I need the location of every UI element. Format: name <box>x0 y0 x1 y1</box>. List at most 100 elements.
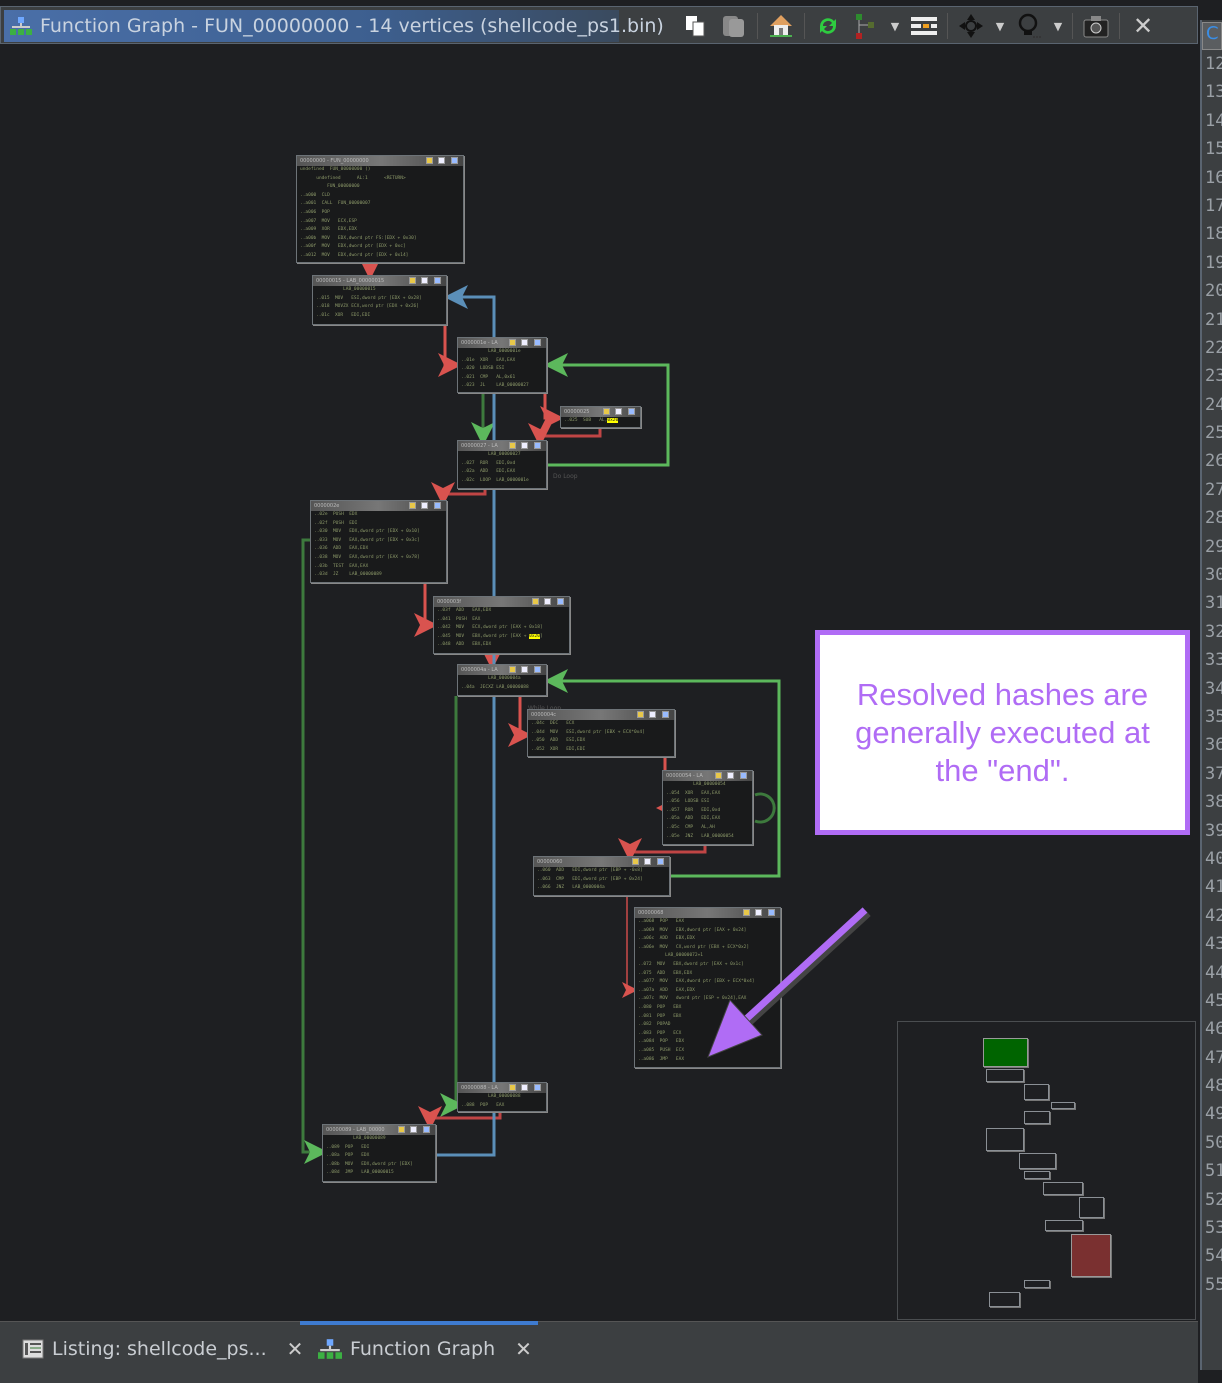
tab-listing[interactable]: Listing: shellcode_ps... ✕ <box>22 1335 303 1363</box>
instruction-line[interactable]: ..04a JECXZ LAB_00000088 <box>458 684 546 693</box>
full-view-icon[interactable] <box>644 858 651 865</box>
code-block[interactable]: 00000089 - LAB_00000 LAB_00000089 ..089 P… <box>322 1124 436 1182</box>
tab-function-graph[interactable]: Function Graph ✕ <box>318 1335 532 1363</box>
instruction-line[interactable]: ..045 MOV EBX,dword ptr [EAX + 0x20] <box>434 633 569 642</box>
code-block-header[interactable]: 0000004a - LA <box>458 665 546 675</box>
instruction-line[interactable]: ..03f ADD EAX,EDX <box>434 607 569 616</box>
code-block[interactable]: 00000000 - FUN_00000000 undefined FUN_000… <box>296 155 464 263</box>
edit-icon[interactable] <box>509 666 516 673</box>
instruction-line[interactable]: LAB_00000054 <box>663 781 752 790</box>
popout-icon[interactable] <box>451 157 458 164</box>
instruction-line[interactable]: ..054 XOR EAX,EAX <box>663 790 752 799</box>
popout-icon[interactable] <box>740 772 747 779</box>
instruction-line[interactable]: ..02e PUSH EDX <box>311 511 446 520</box>
popout-icon[interactable] <box>657 858 664 865</box>
code-block[interactable]: 00000027 - LA LAB_00000027 ..027 ROR EDI,… <box>457 440 547 489</box>
instruction-line[interactable]: ..02c LOOP LAB_0000001e <box>458 477 546 486</box>
instruction-line[interactable]: ..050 ADD ESI,EDX <box>528 737 674 746</box>
overview-block[interactable] <box>1045 1220 1083 1231</box>
full-view-icon[interactable] <box>438 157 445 164</box>
edit-icon[interactable] <box>715 772 722 779</box>
overview-block[interactable] <box>1051 1102 1075 1109</box>
edit-icon[interactable] <box>398 1126 405 1133</box>
edit-icon[interactable] <box>409 502 416 509</box>
overview-block[interactable] <box>1024 1171 1050 1179</box>
instruction-line[interactable]: ..063 CMP EDI,dword ptr [EBP + 0x24] <box>534 876 669 885</box>
instruction-line[interactable]: ..01e XOR EAX,EAX <box>458 357 546 366</box>
code-block-header[interactable]: 00000015 - LAB_00000015 <box>313 276 446 286</box>
instruction-line[interactable]: ..056 LODSB ESI <box>663 798 752 807</box>
instruction-line[interactable]: ..089 POP EDI <box>323 1144 435 1153</box>
instruction-line[interactable]: ..04d MOV ESI,dword ptr [EBX + ECX*0x4] <box>528 729 674 738</box>
instruction-line[interactable]: ..a006 POP <box>297 209 463 218</box>
overview-block[interactable] <box>1043 1182 1083 1195</box>
instruction-line[interactable]: ..a00b MOV EDX,dword ptr FS:[EDX + 0x30] <box>297 235 463 244</box>
instruction-line[interactable]: ..08a POP EDX <box>323 1152 435 1161</box>
popout-icon[interactable] <box>628 408 635 415</box>
edit-icon[interactable] <box>637 711 644 718</box>
overview-block[interactable] <box>989 1292 1020 1307</box>
instruction-line[interactable]: ..023 JL LAB_00000027 <box>458 382 546 391</box>
instruction-line[interactable]: ..057 ROR EDI,0xd <box>663 807 752 816</box>
instruction-line[interactable]: ..05c CMP AL,AH <box>663 824 752 833</box>
instruction-line[interactable]: ..018 MOVZX ECX,word ptr [EDX + 0x26] <box>313 303 446 312</box>
full-view-icon[interactable] <box>521 339 528 346</box>
popout-icon[interactable] <box>534 442 541 449</box>
full-view-icon[interactable] <box>727 772 734 779</box>
edit-icon[interactable] <box>509 1084 516 1091</box>
instruction-line[interactable]: ..a001 CALL FUN_00000007 <box>297 200 463 209</box>
full-view-icon[interactable] <box>544 598 551 605</box>
edit-icon[interactable] <box>509 442 516 449</box>
instruction-line[interactable]: ..05a ADD EDI,EAX <box>663 815 752 824</box>
edit-icon[interactable] <box>509 339 516 346</box>
edit-icon[interactable] <box>603 408 610 415</box>
overview-block[interactable] <box>986 1069 1024 1082</box>
instruction-line[interactable]: ..021 CMP AL,0x61 <box>458 374 546 383</box>
overview-block[interactable] <box>1024 1280 1050 1288</box>
popout-icon[interactable] <box>662 711 669 718</box>
code-block-header[interactable]: 0000003f <box>434 597 569 607</box>
popout-icon[interactable] <box>534 1084 541 1091</box>
instruction-line[interactable]: ..03b TEST EAX,EAX <box>311 563 446 572</box>
instruction-line[interactable]: ..041 PUSH EAX <box>434 616 569 625</box>
code-block[interactable]: 00000025 ..025 SUB AL,0x20 <box>560 406 641 428</box>
full-view-icon[interactable] <box>615 408 622 415</box>
code-block[interactable]: 0000003f ..03f ADD EAX,EDX ..041 PUSH EAX.… <box>433 596 570 654</box>
full-view-icon[interactable] <box>421 277 428 284</box>
instruction-line[interactable]: ..a007 MOV ECX,ESP <box>297 218 463 227</box>
overview-block[interactable] <box>1024 1084 1049 1100</box>
full-view-icon[interactable] <box>521 1084 528 1091</box>
instruction-line[interactable]: LAB_00000089 <box>323 1135 435 1144</box>
instruction-line[interactable]: ..025 SUB AL,0x20 <box>561 417 640 426</box>
code-block-header[interactable]: 0000004c <box>528 710 674 720</box>
overview-block[interactable] <box>1019 1153 1056 1169</box>
full-view-icon[interactable] <box>410 1126 417 1133</box>
code-block-header[interactable]: 0000001e - LA <box>458 338 546 348</box>
instruction-line[interactable]: ..038 MOV EAX,dword ptr [EAX + 0x78] <box>311 554 446 563</box>
instruction-line[interactable]: ..042 MOV ECX,dword ptr [EAX + 0x18] <box>434 624 569 633</box>
code-block-header[interactable]: 00000025 <box>561 407 640 417</box>
edit-icon[interactable] <box>532 598 539 605</box>
close-icon[interactable]: ✕ <box>515 1337 532 1361</box>
instruction-line[interactable]: ..04c DEC ECX <box>528 720 674 729</box>
instruction-line[interactable]: ..020 LODSB ESI <box>458 365 546 374</box>
popout-icon[interactable] <box>534 339 541 346</box>
full-view-icon[interactable] <box>521 442 528 449</box>
instruction-line[interactable]: ..a000 CLD <box>297 192 463 201</box>
code-block[interactable]: 00000088 - LA LAB_00000088 ..088 POP EAX <box>457 1082 547 1112</box>
code-block-header[interactable]: 00000054 - LA <box>663 771 752 781</box>
instruction-line[interactable]: ..08b MOV EDX,dword ptr [EDX] <box>323 1161 435 1170</box>
instruction-line[interactable]: ..060 ADD EDI,dword ptr [EBP + -0x8] <box>534 867 669 876</box>
instruction-line[interactable]: ..05e JNZ LAB_00000054 <box>663 833 752 842</box>
full-view-icon[interactable] <box>521 666 528 673</box>
instruction-line[interactable]: ..052 XOR EDI,EDI <box>528 746 674 755</box>
listing-panel-button[interactable]: C <box>1202 22 1222 50</box>
full-view-icon[interactable] <box>421 502 428 509</box>
instruction-line[interactable]: ..01c XOR EDI,EDI <box>313 312 446 321</box>
code-block[interactable]: 00000054 - LA LAB_00000054 ..054 XOR EAX,… <box>662 770 753 845</box>
full-view-icon[interactable] <box>649 711 656 718</box>
instruction-line[interactable]: LAB_0000004a <box>458 675 546 684</box>
instruction-line[interactable]: ..02f PUSH EDI <box>311 520 446 529</box>
overview-exit-block[interactable] <box>1071 1234 1111 1277</box>
edit-icon[interactable] <box>632 858 639 865</box>
